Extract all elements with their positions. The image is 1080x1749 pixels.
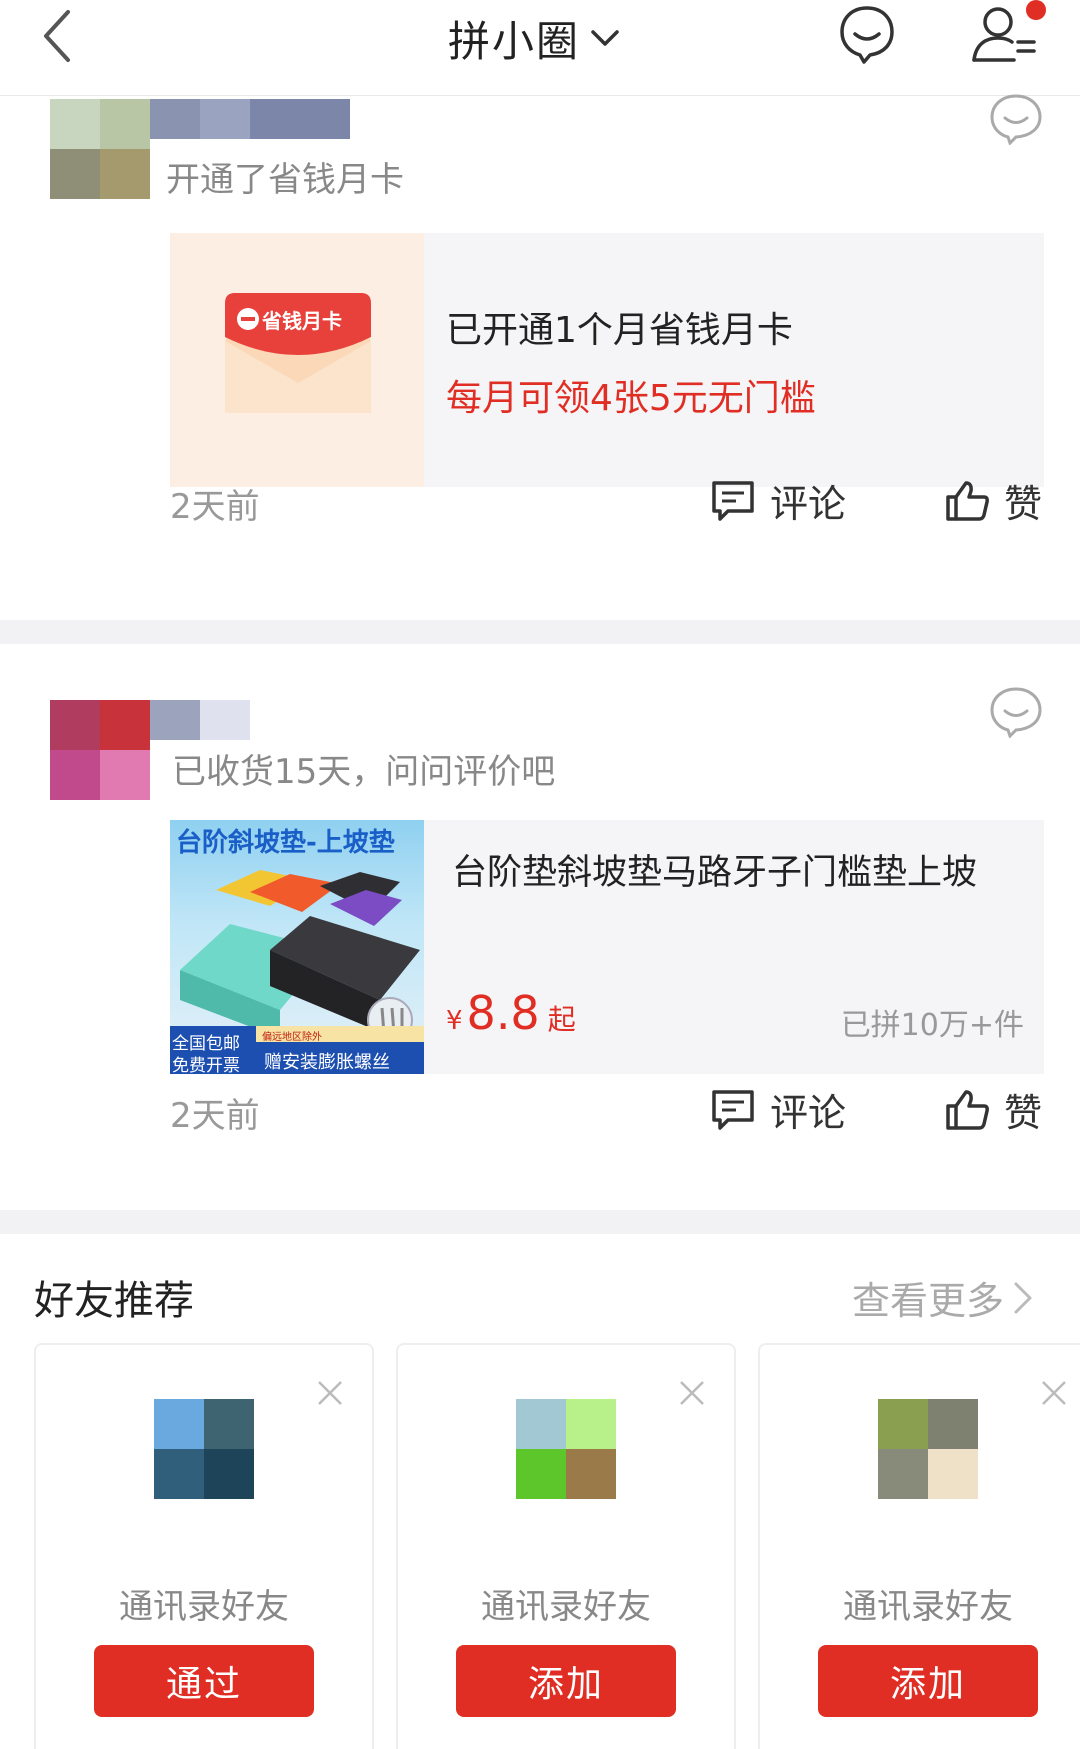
thumbs-up-icon — [946, 1089, 989, 1130]
feed-item: 开通了省钱月卡 省钱月卡 已开通1个月省钱月卡 每月可领4张5元无门槛 2天前 … — [0, 94, 1080, 620]
post-time: 2天前 — [170, 487, 260, 527]
like-button[interactable]: 赞 — [944, 1082, 1042, 1137]
activity-text: 已收货15天，问问评价吧 — [172, 752, 556, 792]
comment-button[interactable]: 评论 — [710, 473, 846, 528]
friend-card: 通讯录好友 添加 — [758, 1343, 1080, 1749]
like-label: 赞 — [1004, 482, 1043, 526]
comment-icon — [712, 480, 754, 521]
chevron-right-icon — [1014, 1282, 1032, 1313]
price-suffix: 起 — [547, 1003, 576, 1036]
friends-section-title: 好友推荐 — [34, 1278, 194, 1324]
card-subtitle: 每月可领4张5元无门槛 — [446, 378, 816, 419]
product-name: 台阶垫斜坡垫马路牙子门槛垫上坡 — [452, 853, 978, 893]
avatar[interactable] — [878, 1399, 978, 1499]
username-blurred — [150, 700, 250, 740]
comment-button[interactable]: 评论 — [710, 1082, 846, 1137]
see-more-label: 查看更多 — [852, 1279, 1005, 1323]
product-badge-gift: 赠安装膨胀螺丝 — [264, 1052, 390, 1073]
activity-text: 开通了省钱月卡 — [166, 160, 404, 200]
chevron-down-icon — [591, 30, 619, 46]
sold-count: 已拼10万+件 — [840, 1008, 1024, 1043]
friend-source-label: 通讯录好友 — [481, 1587, 651, 1627]
circle-switcher[interactable]: 拼小圈 — [448, 10, 620, 66]
chat-bubble-icon[interactable] — [838, 4, 896, 66]
thumbs-up-icon — [946, 480, 989, 521]
post-time: 2天前 — [170, 1096, 260, 1136]
product-image: 台阶斜坡垫-上坡垫 全国包邮 免费开票 偏远地区除外 赠安装膨胀螺丝 — [170, 820, 424, 1074]
product-badge-invoice: 免费开票 — [172, 1056, 240, 1074]
page-title: 拼小圈 — [448, 16, 581, 66]
section-separator — [0, 620, 1080, 644]
add-friend-button[interactable]: 添加 — [456, 1645, 676, 1717]
friend-source-label: 通讯录好友 — [119, 1587, 289, 1627]
avatar[interactable] — [50, 99, 150, 199]
comment-bubble-icon[interactable] — [988, 686, 1044, 738]
monthly-card-thumb: 省钱月卡 — [170, 233, 424, 487]
back-arrow-icon[interactable] — [36, 6, 80, 66]
card-title: 已开通1个月省钱月卡 — [446, 310, 793, 351]
see-more-link[interactable]: 查看更多 — [852, 1270, 1034, 1325]
feed-item: 已收货15天，问问评价吧 台阶斜坡垫-上坡垫 全国包邮 免费开票 偏远地区除外 … — [0, 644, 1080, 1210]
friend-source-label: 通讯录好友 — [843, 1587, 1013, 1627]
accept-button[interactable]: 通过 — [94, 1645, 314, 1717]
comment-icon — [712, 1089, 754, 1130]
friend-card: 通讯录好友 添加 — [396, 1343, 736, 1749]
product-badge-remote: 偏远地区除外 — [262, 1032, 322, 1043]
monthly-card-badge: 省钱月卡 — [262, 309, 342, 333]
close-icon[interactable] — [678, 1379, 706, 1407]
close-icon[interactable] — [1040, 1379, 1068, 1407]
notification-dot — [1026, 0, 1046, 20]
avatar[interactable] — [154, 1399, 254, 1499]
product-price: ¥ 8.8 起 — [446, 986, 576, 1040]
friend-card: 通讯录好友 通过 — [34, 1343, 374, 1749]
like-label: 赞 — [1004, 1091, 1043, 1135]
monthly-card-post[interactable]: 省钱月卡 已开通1个月省钱月卡 每月可领4张5元无门槛 — [170, 233, 1044, 487]
comment-label: 评论 — [770, 482, 847, 526]
price-value: 8.8 — [466, 986, 540, 1040]
price-symbol: ¥ — [446, 1006, 463, 1036]
avatar[interactable] — [516, 1399, 616, 1499]
comment-label: 评论 — [770, 1091, 847, 1135]
add-friend-button[interactable]: 添加 — [818, 1645, 1038, 1717]
like-button[interactable]: 赞 — [944, 473, 1042, 528]
username-blurred — [150, 99, 350, 139]
close-icon[interactable] — [316, 1379, 344, 1407]
product-card[interactable]: 台阶斜坡垫-上坡垫 全国包邮 免费开票 偏远地区除外 赠安装膨胀螺丝 台阶垫斜坡… — [170, 820, 1044, 1074]
top-bar: 拼小圈 — [0, 0, 1080, 96]
avatar[interactable] — [50, 700, 150, 800]
red-envelope-icon — [225, 293, 371, 413]
section-separator — [0, 1210, 1080, 1234]
comment-bubble-icon[interactable] — [988, 93, 1044, 145]
